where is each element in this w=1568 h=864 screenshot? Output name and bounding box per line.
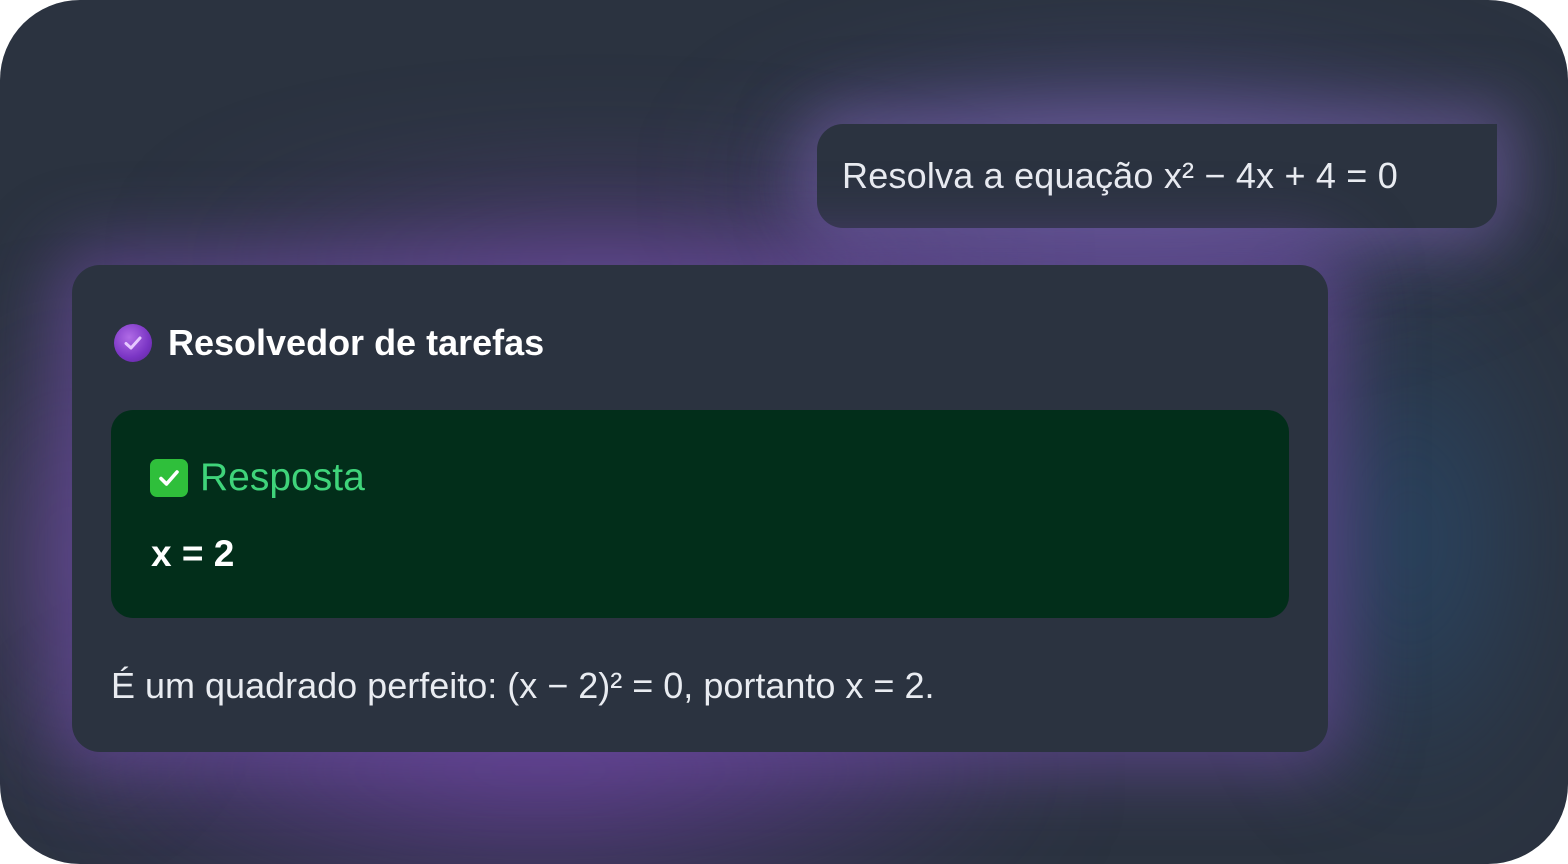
assistant-response-card: Resolvedor de tarefas Resposta x = 2 É u… xyxy=(72,265,1328,752)
chat-window: Resolva a equação x² − 4x + 4 = 0 Resolv… xyxy=(0,0,1568,864)
answer-box: Resposta x = 2 xyxy=(111,410,1289,618)
green-checkmark-icon xyxy=(150,459,188,497)
answer-explanation: É um quadrado perfeito: (x − 2)² = 0, po… xyxy=(111,665,935,706)
answer-value: x = 2 xyxy=(151,533,235,574)
user-message-bubble: Resolva a equação x² − 4x + 4 = 0 xyxy=(817,124,1497,228)
user-message-text: Resolva a equação x² − 4x + 4 = 0 xyxy=(842,155,1398,196)
answer-header: Resposta xyxy=(150,456,365,500)
assistant-title: Resolvedor de tarefas xyxy=(168,322,545,363)
purple-check-badge-icon xyxy=(114,324,152,362)
assistant-header: Resolvedor de tarefas xyxy=(114,321,544,365)
answer-label: Resposta xyxy=(200,456,365,499)
